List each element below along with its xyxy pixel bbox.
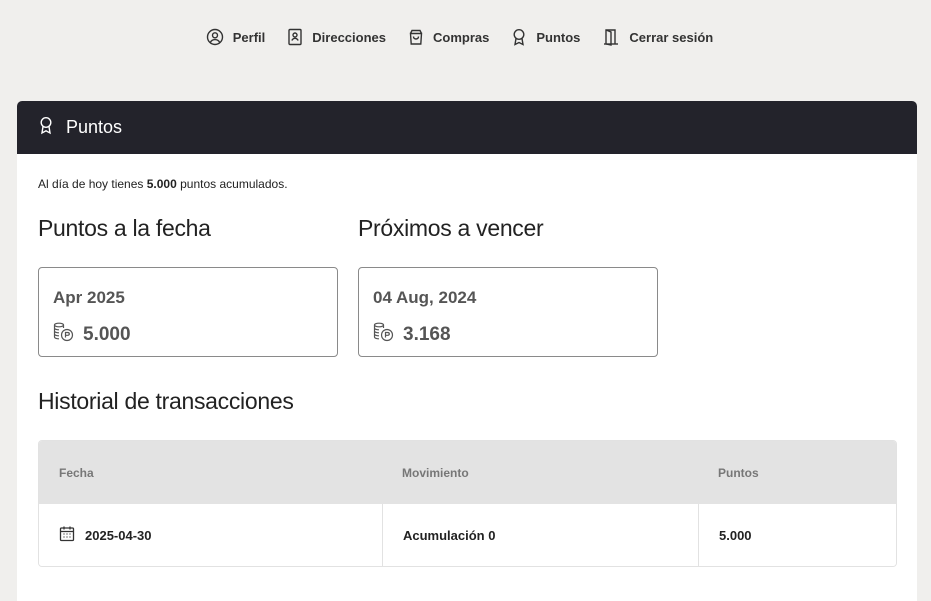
column-header-puntos: Puntos xyxy=(718,465,759,480)
cell-date: 2025-04-30 xyxy=(39,504,382,566)
row-points: 5.000 xyxy=(698,504,896,566)
door-exit-icon xyxy=(602,28,620,46)
points-to-date-value-row: 5.000 xyxy=(53,322,131,348)
card-header: Puntos xyxy=(17,101,917,154)
points-summary: Al día de hoy tienes 5.000 puntos acumul… xyxy=(38,177,288,191)
nav-item-cerrar-sesion[interactable]: Cerrar sesión xyxy=(602,28,713,46)
column-header-fecha: Fecha xyxy=(59,465,94,480)
expiring-value-row: 3.168 xyxy=(373,322,451,348)
table-header: Fecha Movimiento Puntos xyxy=(39,441,896,504)
summary-points: 5.000 xyxy=(146,177,177,191)
nav-item-perfil[interactable]: Perfil xyxy=(206,28,266,46)
points-card: Puntos Al día de hoy tienes 5.000 puntos… xyxy=(17,101,917,601)
expiring-date: 04 Aug, 2024 xyxy=(373,288,477,307)
nav-label: Direcciones xyxy=(312,29,386,45)
coins-icon xyxy=(53,322,75,348)
nav-label: Cerrar sesión xyxy=(629,29,714,45)
expiring-value: 3.168 xyxy=(403,324,451,345)
nav-label: Compras xyxy=(432,29,490,45)
points-to-date-box: Apr 2025 5.000 xyxy=(38,267,338,357)
shopping-bag-icon xyxy=(408,28,424,46)
account-nav: Perfil Direcciones Compras Puntos Cerrar… xyxy=(0,26,931,48)
row-date: 2025-04-30 xyxy=(85,527,152,543)
points-to-date-title: Puntos a la fecha xyxy=(38,215,211,241)
coins-icon xyxy=(373,322,395,348)
nav-label: Puntos xyxy=(536,29,581,45)
summary-suffix: puntos acumulados. xyxy=(180,177,288,191)
address-book-icon xyxy=(287,28,303,46)
points-to-date-date: Apr 2025 xyxy=(53,288,125,307)
table-row: 2025-04-30 Acumulación 0 5.000 xyxy=(39,504,896,566)
card-title: Puntos xyxy=(66,117,123,137)
points-to-date-value: 5.000 xyxy=(83,324,131,345)
column-header-movimiento: Movimiento xyxy=(402,465,469,480)
nav-label: Perfil xyxy=(232,29,266,45)
nav-item-compras[interactable]: Compras xyxy=(408,28,489,46)
user-circle-icon xyxy=(206,28,224,46)
expiring-box: 04 Aug, 2024 3.168 xyxy=(358,267,658,357)
row-movement: Acumulación 0 xyxy=(382,504,698,566)
nav-item-direcciones[interactable]: Direcciones xyxy=(287,28,386,46)
expiring-title: Próximos a vencer xyxy=(358,215,544,241)
calendar-icon xyxy=(59,525,75,545)
award-ribbon-icon xyxy=(511,28,527,46)
transactions-table: Fecha Movimiento Puntos 2025-04-30 Acumu… xyxy=(38,440,897,567)
nav-item-puntos[interactable]: Puntos xyxy=(511,28,580,46)
history-title: Historial de transacciones xyxy=(38,388,294,414)
summary-prefix: Al día de hoy tienes xyxy=(38,177,144,191)
award-ribbon-icon xyxy=(38,116,54,140)
